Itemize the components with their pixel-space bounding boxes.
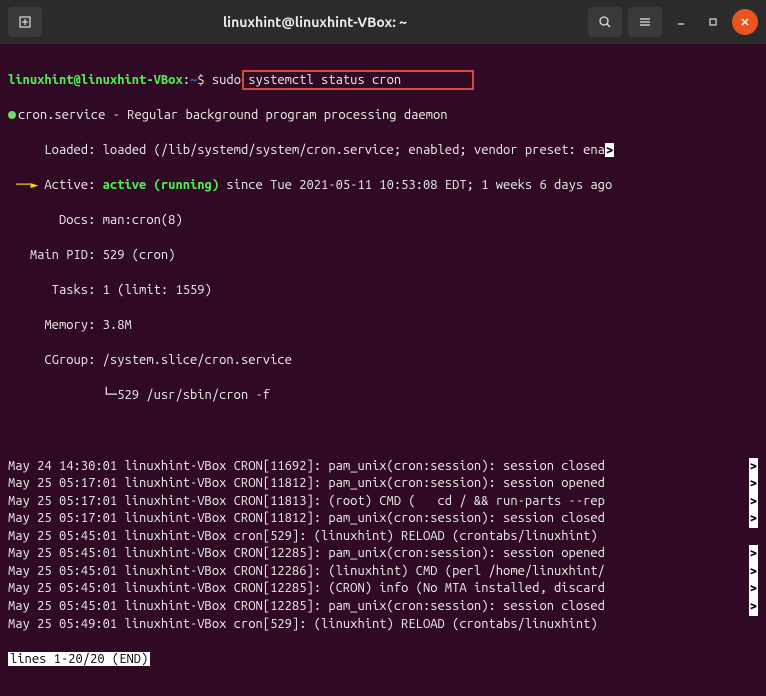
continuation-icon: > xyxy=(749,580,758,598)
continuation-icon: > xyxy=(749,475,758,493)
status-memory: Memory: 3.8M xyxy=(8,317,758,335)
prompt-dollar: $ xyxy=(197,73,204,87)
arrow-icon: ──► xyxy=(16,177,38,195)
prompt-line: linuxhint@linuxhint-VBox:~$ sudo systemc… xyxy=(8,72,758,90)
log-line: May 25 05:17:01 linuxhint-VBox CRON[1181… xyxy=(8,493,758,511)
menu-button[interactable] xyxy=(628,7,662,37)
pager-status: lines 1-20/20 (END) xyxy=(8,652,150,666)
log-line: May 25 05:17:01 linuxhint-VBox CRON[1181… xyxy=(8,475,758,493)
status-mainpid: Main PID: 529 (cron) xyxy=(8,247,758,265)
prompt-userhost: linuxhint@linuxhint-VBox xyxy=(8,73,183,87)
log-line: May 25 05:45:01 linuxhint-VBox CRON[1228… xyxy=(8,563,758,581)
pager-status-line: lines 1-20/20 (END) xyxy=(8,651,758,669)
log-line: May 24 14:30:01 linuxhint-VBox CRON[1169… xyxy=(8,458,758,476)
window-title: linuxhint@linuxhint-VBox: ~ xyxy=(50,14,580,30)
continuation-icon: > xyxy=(605,143,614,157)
command-highlight-box xyxy=(242,70,474,90)
prompt-sep: : xyxy=(183,73,190,87)
titlebar: linuxhint@linuxhint-VBox: ~ xyxy=(0,0,766,44)
continuation-icon: > xyxy=(749,458,758,476)
continuation-icon: > xyxy=(749,598,758,616)
status-active: ──► Active: active (running) since Tue 2… xyxy=(8,177,758,195)
continuation-icon: > xyxy=(749,545,758,563)
blank-line xyxy=(8,422,758,440)
log-line: May 25 05:45:01 linuxhint-VBox cron[529]… xyxy=(8,528,758,546)
log-line: May 25 05:49:01 linuxhint-VBox cron[529]… xyxy=(8,616,758,634)
terminal-body[interactable]: linuxhint@linuxhint-VBox:~$ sudo systemc… xyxy=(0,44,766,696)
log-line: May 25 05:45:01 linuxhint-VBox CRON[1228… xyxy=(8,545,758,563)
minimize-button[interactable] xyxy=(668,9,694,35)
continuation-icon: > xyxy=(749,563,758,581)
status-unit: cron.service - Regular background progra… xyxy=(8,107,758,125)
status-cgroup: CGroup: /system.slice/cron.service xyxy=(8,352,758,370)
status-loaded: Loaded: loaded (/lib/systemd/system/cron… xyxy=(8,142,758,160)
status-cgroup-sub: └─529 /usr/sbin/cron -f xyxy=(8,387,758,405)
status-dot-icon xyxy=(8,111,16,119)
continuation-icon: > xyxy=(749,510,758,528)
continuation-icon: > xyxy=(749,493,758,511)
log-line: May 25 05:45:01 linuxhint-VBox CRON[1228… xyxy=(8,598,758,616)
status-tasks: Tasks: 1 (limit: 1559) xyxy=(8,282,758,300)
close-button[interactable] xyxy=(732,9,758,35)
log-area: May 24 14:30:01 linuxhint-VBox CRON[1169… xyxy=(8,458,758,633)
new-tab-button[interactable] xyxy=(8,7,42,37)
search-button[interactable] xyxy=(588,7,622,37)
status-docs: Docs: man:cron(8) xyxy=(8,212,758,230)
maximize-button[interactable] xyxy=(700,9,726,35)
log-line: May 25 05:45:01 linuxhint-VBox CRON[1228… xyxy=(8,580,758,598)
log-line: May 25 05:17:01 linuxhint-VBox CRON[1181… xyxy=(8,510,758,528)
